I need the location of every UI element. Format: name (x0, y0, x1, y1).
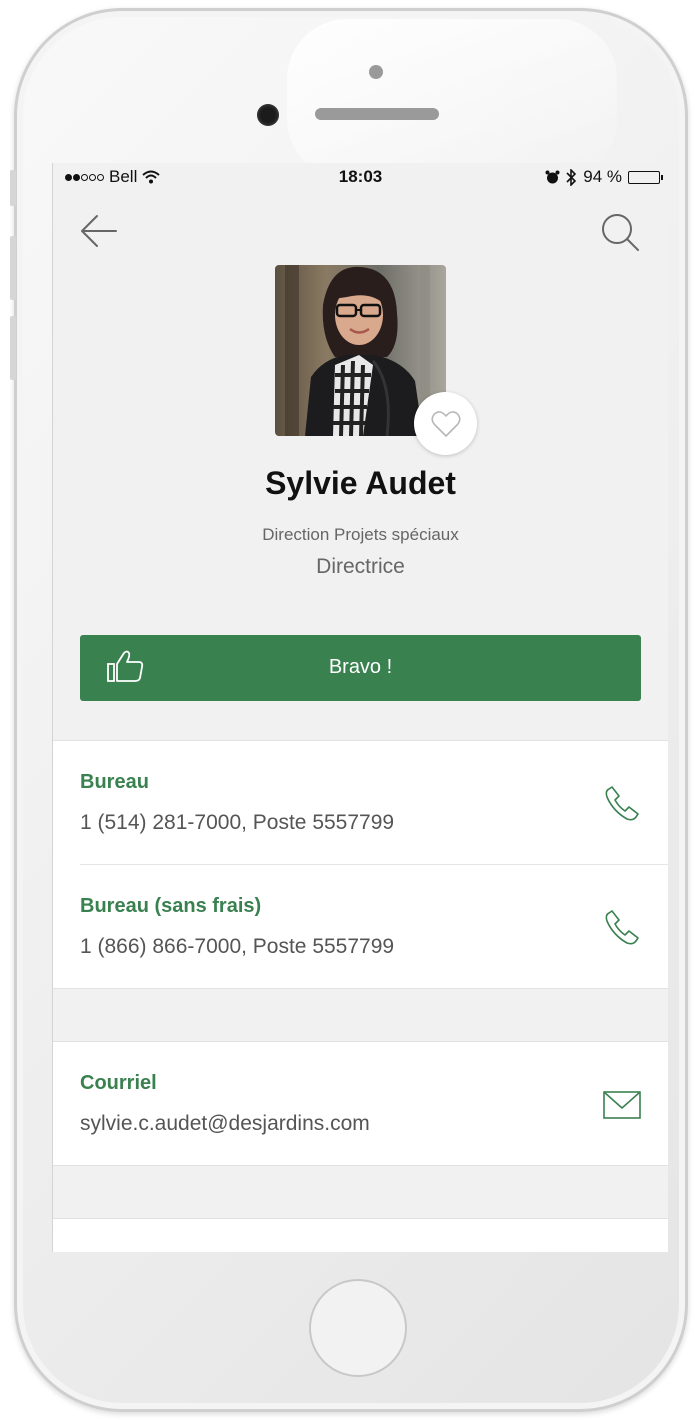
call-tollfree-button[interactable] (599, 905, 645, 951)
email-value[interactable]: sylvie.c.audet@desjardins.com (80, 1112, 370, 1136)
arrow-left-icon (81, 215, 117, 247)
home-button[interactable] (309, 1279, 407, 1377)
email-card: Courriel sylvie.c.audet@desjardins.com (53, 1041, 668, 1166)
row-label: Bureau (sans frais) (80, 895, 262, 917)
mute-switch (10, 170, 16, 206)
front-camera (257, 104, 279, 126)
favorite-button[interactable] (414, 392, 477, 455)
phone-icon (605, 786, 639, 821)
status-right: 94 % (545, 167, 663, 187)
next-card-partial (53, 1218, 668, 1252)
row-label: Bureau (80, 771, 149, 793)
row-label: Courriel (80, 1072, 157, 1094)
battery-icon (628, 170, 663, 184)
bravo-button[interactable]: Bravo ! (80, 635, 641, 701)
row-value: 1 (866) 866-7000, Poste 5557799 (80, 935, 395, 958)
contact-row-office: Bureau 1 (514) 281-7000, Poste 5557799 (53, 741, 668, 865)
mail-icon (603, 1091, 641, 1119)
heart-outline-icon (430, 410, 461, 437)
alarm-icon (545, 170, 560, 183)
phone-icon (605, 910, 639, 945)
back-button[interactable] (79, 211, 119, 251)
battery-percent: 94 % (583, 167, 622, 186)
search-button[interactable] (599, 211, 641, 253)
send-email-button[interactable] (599, 1082, 645, 1128)
contact-row-email: Courriel sylvie.c.audet@desjardins.com (53, 1042, 668, 1165)
bravo-label: Bravo ! (328, 656, 393, 678)
phone-contacts-card: Bureau 1 (514) 281-7000, Poste 5557799 B… (53, 740, 668, 989)
contact-department: Direction Projets spéciaux (262, 525, 459, 544)
contact-name: Sylvie Audet (265, 465, 456, 501)
call-office-button[interactable] (599, 781, 645, 827)
search-icon (602, 214, 639, 251)
bluetooth-icon (566, 168, 577, 186)
volume-down-button (10, 316, 16, 380)
app-screen: Bell 18:03 94 % Sylvie Audet Direction P… (52, 163, 668, 1252)
row-value: 1 (514) 281-7000, Poste 5557799 (80, 811, 395, 834)
contact-title: Directrice (316, 555, 405, 578)
contact-row-tollfree: Bureau (sans frais) 1 (866) 866-7000, Po… (53, 865, 668, 988)
earpiece-speaker (315, 108, 439, 120)
phone-glare (287, 19, 617, 179)
volume-up-button (10, 236, 16, 300)
status-bar: Bell 18:03 94 % (53, 163, 668, 193)
proximity-sensor (369, 65, 383, 79)
